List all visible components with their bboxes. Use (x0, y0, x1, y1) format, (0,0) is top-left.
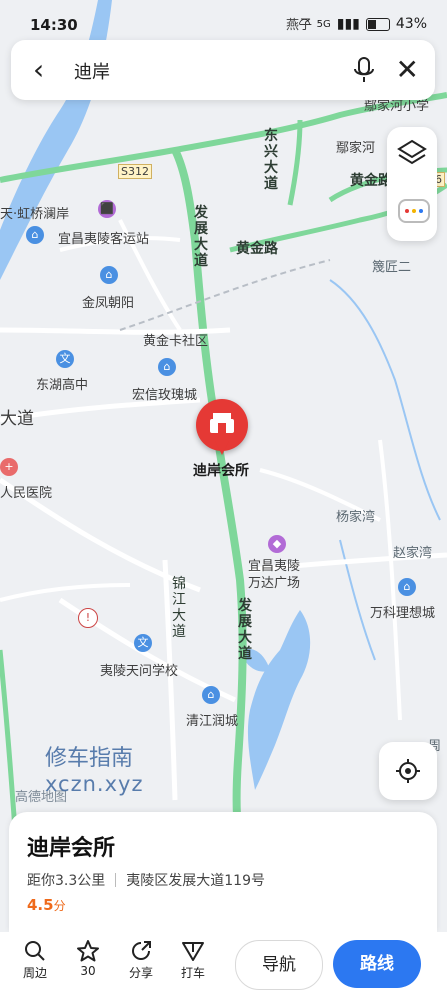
status-time: 14:30 (30, 16, 78, 34)
star-icon (67, 938, 109, 964)
map-label-hongqiao: 天·虹桥澜岸 (0, 207, 70, 222)
share-icon (120, 938, 162, 964)
close-icon[interactable]: ✕ (396, 53, 419, 86)
map-label-wanda: 宜昌夷陵 万达广场 (248, 559, 301, 591)
share-button[interactable]: 分享 (120, 938, 162, 981)
locate-button[interactable] (379, 742, 437, 800)
road-shield-s312: S312 (118, 164, 152, 179)
back-icon[interactable]: ‹ (33, 56, 44, 84)
watermark-url: xczn.xyz (45, 772, 144, 796)
road-label-dongxing: 东兴大道 (264, 128, 278, 192)
landmark-icon[interactable]: ! (78, 608, 98, 628)
map-label-huangjinka: 黄金卡社区 (143, 334, 209, 349)
share-label: 分享 (128, 966, 153, 980)
rating-unit: 分 (53, 899, 66, 913)
favorite-count: 30 (80, 964, 96, 978)
nearby-button[interactable]: 周边 (14, 938, 56, 981)
map-label-dadao: 大道 (0, 409, 34, 429)
hospital-icon[interactable]: + (0, 458, 18, 476)
road-label-fazhan-south: 发展大道 (238, 598, 252, 662)
map-label-keyun: 宜昌夷陵客运站 (58, 232, 150, 247)
search-bar[interactable]: ‹ 迪岸 ✕ (11, 40, 435, 100)
cellular-icon: ▮▮▮ (336, 16, 360, 32)
rating-value: 4.5 (27, 896, 54, 914)
search-icon (14, 938, 56, 964)
search-query[interactable]: 迪岸 (74, 58, 110, 84)
divider (115, 873, 117, 887)
map-label-qingjiang: 清江润城 (186, 714, 239, 729)
map-label-zhaojiawan: 赵家湾 (393, 546, 433, 561)
map-tools-panel (387, 127, 437, 241)
map-label-yejiahe: 鄢家河 (336, 141, 376, 156)
map-label-yangjiawan: 杨家湾 (336, 510, 376, 525)
road-label-jinjiang: 锦江大道 (172, 576, 186, 640)
residence-icon[interactable]: ⌂ (26, 226, 44, 244)
place-info-sheet[interactable]: 迪岸会所 距你3.3公里 夷陵区发展大道119号 4.5分 (9, 812, 437, 932)
map-label-jinfeng: 金凤朝阳 (82, 296, 135, 311)
watermark: 修车指南 xczn.xyz (45, 740, 144, 796)
layers-icon[interactable] (397, 139, 427, 171)
map-label-tianwen: 夷陵天问学校 (100, 664, 179, 679)
status-icons: ◠ 5G ▮▮▮ 43% (298, 16, 427, 32)
place-meta: 距你3.3公里 夷陵区发展大道119号 (27, 870, 265, 890)
bottom-action-bar: 周边 30 分享 打车 导航 路线 (0, 932, 447, 1000)
mall-icon[interactable]: ◆ (268, 535, 286, 553)
residence-icon[interactable]: ⌂ (158, 358, 176, 376)
watermark-cn: 修车指南 (45, 746, 134, 771)
favorite-button[interactable]: 30 (67, 938, 109, 978)
route-button[interactable]: 路线 (333, 940, 421, 988)
map-label-hongxin: 宏信玫瑰城 (132, 388, 198, 403)
bus-station-icon[interactable]: ⬛ (98, 200, 116, 218)
mic-icon[interactable] (353, 56, 375, 88)
road-label-fazhan-north: 发展大道 (194, 205, 208, 269)
school-icon[interactable]: 文 (134, 634, 152, 652)
place-name: 迪岸会所 (27, 836, 116, 861)
assistant-icon[interactable] (398, 199, 430, 223)
club-icon (210, 413, 234, 433)
battery-icon (365, 17, 390, 31)
selected-place-marker[interactable] (196, 399, 248, 455)
locate-icon (396, 759, 420, 787)
map-label-wanke: 万科理想城 (370, 606, 436, 621)
navigate-button[interactable]: 导航 (235, 940, 323, 990)
road-label-huangjin-ne: 黄金路 (350, 173, 392, 189)
battery-level: 43% (395, 16, 427, 32)
map-label-pijiang: 篾匠二 (372, 260, 412, 275)
marker-label: 迪岸会所 (193, 463, 249, 479)
wifi-icon: ◠ (298, 16, 311, 32)
residence-icon[interactable]: ⌂ (202, 686, 220, 704)
taxi-label: 打车 (180, 966, 205, 980)
residence-icon[interactable]: ⌂ (100, 266, 118, 284)
residence-icon[interactable]: ⌂ (398, 578, 416, 596)
school-icon[interactable]: 文 (56, 350, 74, 368)
nearby-label: 周边 (22, 966, 47, 980)
taxi-icon (172, 938, 214, 964)
place-rating: 4.5分 (27, 896, 66, 914)
map-label-donghu: 东湖高中 (36, 378, 89, 393)
place-distance: 距你3.3公里 (27, 873, 106, 889)
place-address: 夷陵区发展大道119号 (126, 873, 265, 889)
map-label-hospital: 人民医院 (0, 486, 53, 501)
road-label-huangjin: 黄金路 (236, 241, 278, 257)
taxi-button[interactable]: 打车 (172, 938, 214, 981)
signal-icon: 5G (316, 18, 331, 30)
